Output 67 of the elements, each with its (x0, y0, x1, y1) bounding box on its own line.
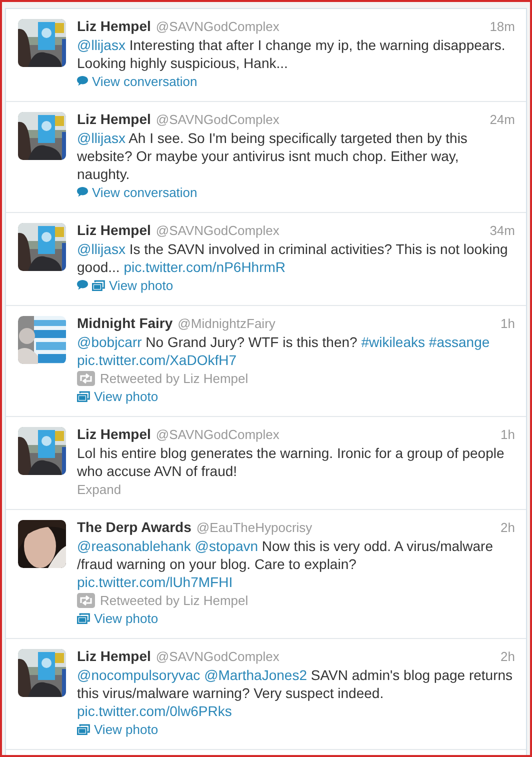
author-name[interactable]: Liz Hempel (77, 18, 151, 34)
author-handle[interactable]: @SAVNGodComplex (156, 19, 280, 34)
tweet-link[interactable]: @llijasx (77, 130, 126, 146)
tweet-link[interactable]: pic.twitter.com/nP6HhrmR (124, 259, 286, 275)
tweet-time[interactable]: 24m (490, 112, 515, 127)
expand-link[interactable]: Expand (77, 482, 122, 496)
tweet-link[interactable]: pic.twitter.com/0lw6PRks (77, 703, 232, 719)
author-name[interactable]: Liz Hempel (77, 648, 151, 664)
photo-icon (77, 612, 90, 624)
view-conversation-link[interactable]: View conversation (92, 74, 198, 88)
tweet-text-line: Lol his entire blog generates the warning. Ironic for a group of people (77, 444, 504, 462)
author-handle[interactable]: @SAVNGodComplex (156, 223, 280, 238)
tweet-text-line: this virus/malware warning? Very suspect indeed. (77, 684, 384, 702)
tweet-link[interactable]: @llijasx (77, 241, 126, 257)
retweet-icon (77, 592, 95, 608)
tweet-text-line: /fraud warning on your blog. Care to explain? (77, 555, 356, 573)
retweeted-by: Retweeted by Liz Hempel (100, 592, 248, 608)
author-handle[interactable]: @SAVNGodComplex (156, 427, 280, 442)
photo-icon (77, 390, 90, 402)
author-name[interactable]: Midnight Fairy (77, 315, 173, 331)
speech-bubble-icon (77, 280, 88, 290)
photo-icon (77, 724, 90, 734)
author-handle[interactable]: @EauTheHypocrisy (196, 520, 312, 535)
tweet-link[interactable]: @reasonablehank (77, 538, 191, 554)
tweet-text-line: @bobjcarr No Grand Jury? WTF is this then? #wikileaks #assange (77, 333, 490, 351)
view-conversation-link[interactable]: View conversation (92, 184, 198, 200)
speech-bubble-icon (77, 76, 88, 86)
tweet-text-line: website? Or maybe your antivirus isnt much chop. Either way, (77, 147, 459, 165)
tweet-link[interactable]: @MarthaJones2 (204, 667, 307, 683)
tweet-time[interactable]: 2h (500, 520, 515, 535)
photo-icon (92, 280, 105, 290)
author-name[interactable]: Liz Hempel (77, 222, 151, 238)
author-handle[interactable]: @SAVNGodComplex (156, 112, 280, 127)
tweet-text-line: Looking highly suspicious, Hank... (77, 54, 288, 72)
author-handle[interactable]: @SAVNGodComplex (156, 649, 280, 664)
retweeted-by: Retweeted by Liz Hempel (100, 370, 248, 386)
author-name[interactable]: Liz Hempel (77, 426, 151, 442)
tweet-link[interactable]: pic.twitter.com/lUh7MFHI (77, 574, 233, 590)
tweet-time[interactable]: 1h (500, 427, 515, 442)
tweet-text-line: good... pic.twitter.com/nP6HhrmR (77, 258, 286, 276)
tweet-text-line: @llijasx Is the SAVN involved in criminal activities? This is not looking (77, 240, 508, 258)
tweet-link[interactable]: @bobjcarr (77, 334, 142, 350)
tweet-time[interactable]: 34m (490, 223, 515, 238)
tweet-text-line: @llijasx Ah I see. So I'm being specifically targeted then by this (77, 129, 468, 147)
author-name[interactable]: The Derp Awards (77, 519, 192, 535)
tweet-text-line: naughty. (77, 165, 130, 183)
tweet-link[interactable]: pic.twitter.com/XaDOkfH7 (77, 352, 236, 368)
tweet-link[interactable]: #assange (428, 334, 490, 350)
tweet-time[interactable]: 18m (490, 19, 515, 34)
author-name[interactable]: Liz Hempel (77, 111, 151, 127)
tweet-text-line: @nocompulsoryvac @MarthaJones2 SAVN admin's blog page returns (77, 666, 513, 684)
tweet-time[interactable]: 1h (500, 316, 515, 331)
author-handle[interactable]: @MidnightzFairy (178, 316, 276, 331)
tweet-text-line: @reasonablehank @stopavn Now this is very odd. A virus/malware (77, 537, 493, 555)
tweet-link[interactable]: @stopavn (194, 538, 258, 554)
tweet-link[interactable]: #wikileaks (361, 334, 426, 350)
view-photo-link[interactable]: View photo (109, 278, 174, 292)
view-photo-link[interactable]: View photo (94, 610, 158, 626)
speech-bubble-icon (77, 187, 88, 197)
tweet-text-line: @llijasx Interesting that after I change my ip, the warning disappears. (77, 36, 506, 54)
tweet-link[interactable]: @nocompulsoryvac (77, 667, 200, 683)
tweet-link[interactable]: @llijasx (77, 37, 126, 53)
retweet-icon (77, 370, 95, 386)
tweet-time[interactable]: 2h (500, 649, 515, 664)
view-photo-link[interactable]: View photo (94, 388, 158, 404)
view-photo-link[interactable]: View photo (94, 722, 158, 736)
tweet-text-line: who accuse AVN of fraud! (77, 462, 238, 480)
